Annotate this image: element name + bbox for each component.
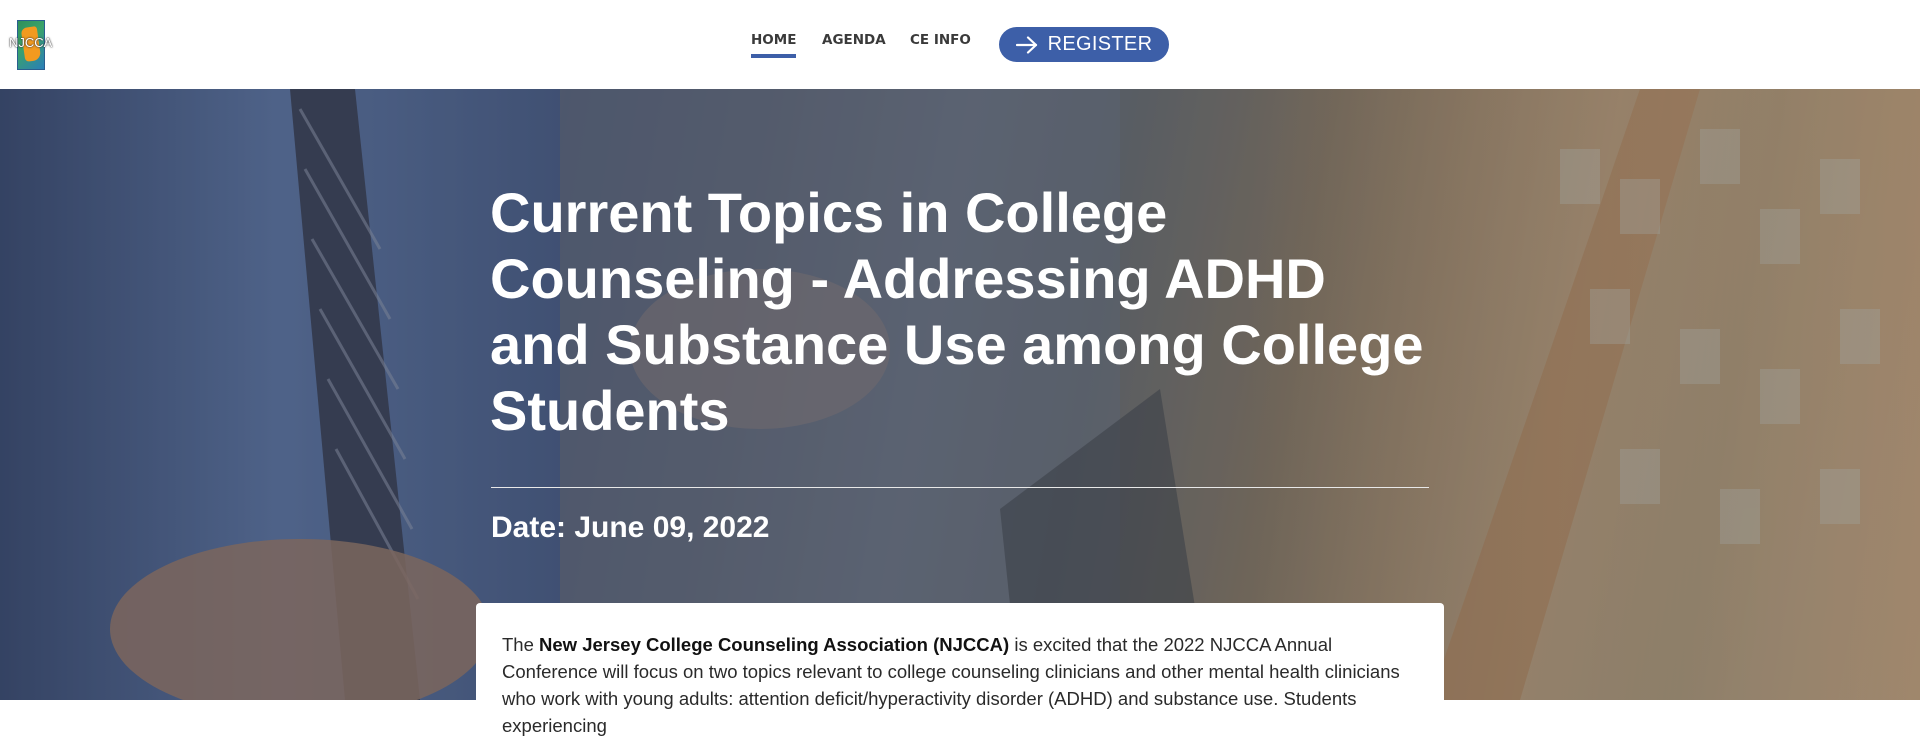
organization-name: New Jersey College Counseling Associatio… — [539, 634, 1010, 655]
intro-card: The New Jersey College Counseling Associ… — [476, 603, 1444, 736]
site-header: NJCCA HOME AGENDA CE INFO REGISTER — [0, 0, 1920, 89]
page-title: Current Topics in College Counseling - A… — [490, 181, 1424, 442]
title-divider — [491, 487, 1429, 488]
register-label: REGISTER — [1047, 33, 1153, 55]
arrow-right-icon — [1015, 35, 1037, 54]
logo-text: NJCCA — [9, 35, 53, 50]
intro-lead: The — [502, 634, 534, 655]
nav-item-ce-info[interactable]: CE INFO — [910, 32, 971, 48]
nav-item-agenda[interactable]: AGENDA — [822, 32, 886, 48]
register-button[interactable]: REGISTER — [999, 27, 1169, 62]
event-date: Date: June 09, 2022 — [491, 511, 770, 544]
nav-item-home[interactable]: HOME — [751, 32, 797, 58]
